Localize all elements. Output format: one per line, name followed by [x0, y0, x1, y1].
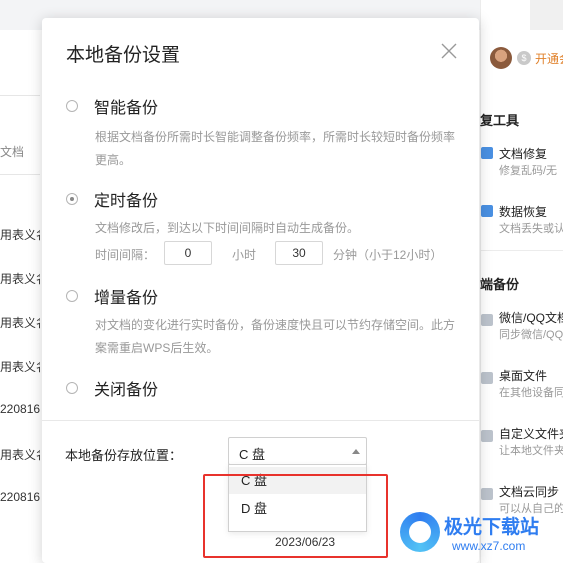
close-icon[interactable] [438, 40, 460, 62]
cloud-sync-icon [481, 488, 493, 500]
smart-backup-desc: 根据文档备份所需时长智能调整备份频率，所需时长较短时备份频率更高。 [95, 130, 456, 167]
repair-tools-title: 复工具 [480, 113, 520, 128]
wechat-qq-title[interactable]: 微信/QQ文档 [499, 309, 563, 326]
watermark-url: www.xz7.com [452, 539, 526, 553]
divider [0, 95, 40, 96]
wechat-qq-sub: 同步微信/QQ [499, 329, 563, 341]
custom-folder-title[interactable]: 自定义文件夹 [499, 425, 563, 442]
vip-link[interactable]: 开通会 [535, 50, 563, 67]
hours-unit: 小时 [232, 248, 257, 262]
incremental-backup-label: 增量备份 [94, 290, 159, 307]
scheduled-backup-label: 定时备份 [94, 193, 159, 210]
custom-folder-icon [481, 430, 493, 442]
vip-icon: $ [517, 51, 531, 65]
data-recovery-icon [481, 205, 493, 217]
smart-backup-option[interactable]: 智能备份 [66, 94, 158, 118]
divider [0, 174, 40, 175]
data-recovery-sub: 文档丢失或认 [499, 223, 563, 235]
desktop-files-title[interactable]: 桌面文件 [499, 367, 547, 384]
dialog-title: 本地备份设置 [66, 45, 181, 66]
cloud-sync-title[interactable]: 文档云同步 [499, 483, 559, 500]
top-right-strip [530, 0, 563, 30]
data-recovery-title[interactable]: 数据恢复 [499, 203, 547, 220]
scheduled-backup-desc: 文档修改后，到达以下时间间隔时自动生成备份。 [95, 221, 360, 235]
minutes-unit: 分钟（小于12小时） [333, 248, 443, 262]
left-file-panel [0, 30, 40, 563]
hours-input[interactable] [164, 241, 212, 265]
doc-repair-title[interactable]: 文档修复 [499, 145, 547, 162]
chevron-up-icon [352, 449, 360, 454]
scheduled-backup-option[interactable]: 定时备份 [66, 187, 158, 211]
custom-folder-sub: 让本地文件夹 [499, 445, 563, 457]
backup-location-label: 本地备份存放位置： [65, 448, 183, 463]
disable-backup-option[interactable]: 关闭备份 [66, 376, 158, 400]
scheduled-backup-radio[interactable] [66, 193, 78, 205]
desktop-files-icon [481, 372, 493, 384]
doc-repair-sub: 修复乱码/无 [499, 165, 558, 177]
minutes-input[interactable] [275, 241, 323, 265]
watermark-logo-icon [400, 512, 440, 552]
desktop-files-sub: 在其他设备同 [499, 387, 563, 399]
disable-backup-radio[interactable] [66, 382, 78, 394]
incremental-backup-desc: 对文档的变化进行实时备份，备份速度快且可以节约存储空间。此方案需重启WPS后生效… [95, 318, 456, 355]
divider [480, 250, 563, 251]
divider [42, 420, 479, 421]
disable-backup-label: 关闭备份 [94, 382, 159, 399]
watermark-text: 极光下载站 [444, 517, 540, 538]
smart-backup-label: 智能备份 [94, 100, 159, 117]
highlight-annotation-box [203, 474, 388, 558]
incremental-backup-radio[interactable] [66, 290, 78, 302]
doc-repair-icon [481, 147, 493, 159]
incremental-backup-option[interactable]: 增量备份 [66, 284, 158, 308]
select-value: C 盘 [239, 447, 266, 462]
cloud-backup-title: 端备份 [480, 277, 520, 292]
wechat-qq-icon [481, 314, 493, 326]
avatar[interactable] [490, 47, 512, 69]
smart-backup-radio[interactable] [66, 100, 78, 112]
file-column-header: 文档 [0, 145, 25, 159]
backup-location-select[interactable]: C 盘 [228, 437, 367, 465]
interval-label: 时间间隔： [95, 248, 156, 262]
